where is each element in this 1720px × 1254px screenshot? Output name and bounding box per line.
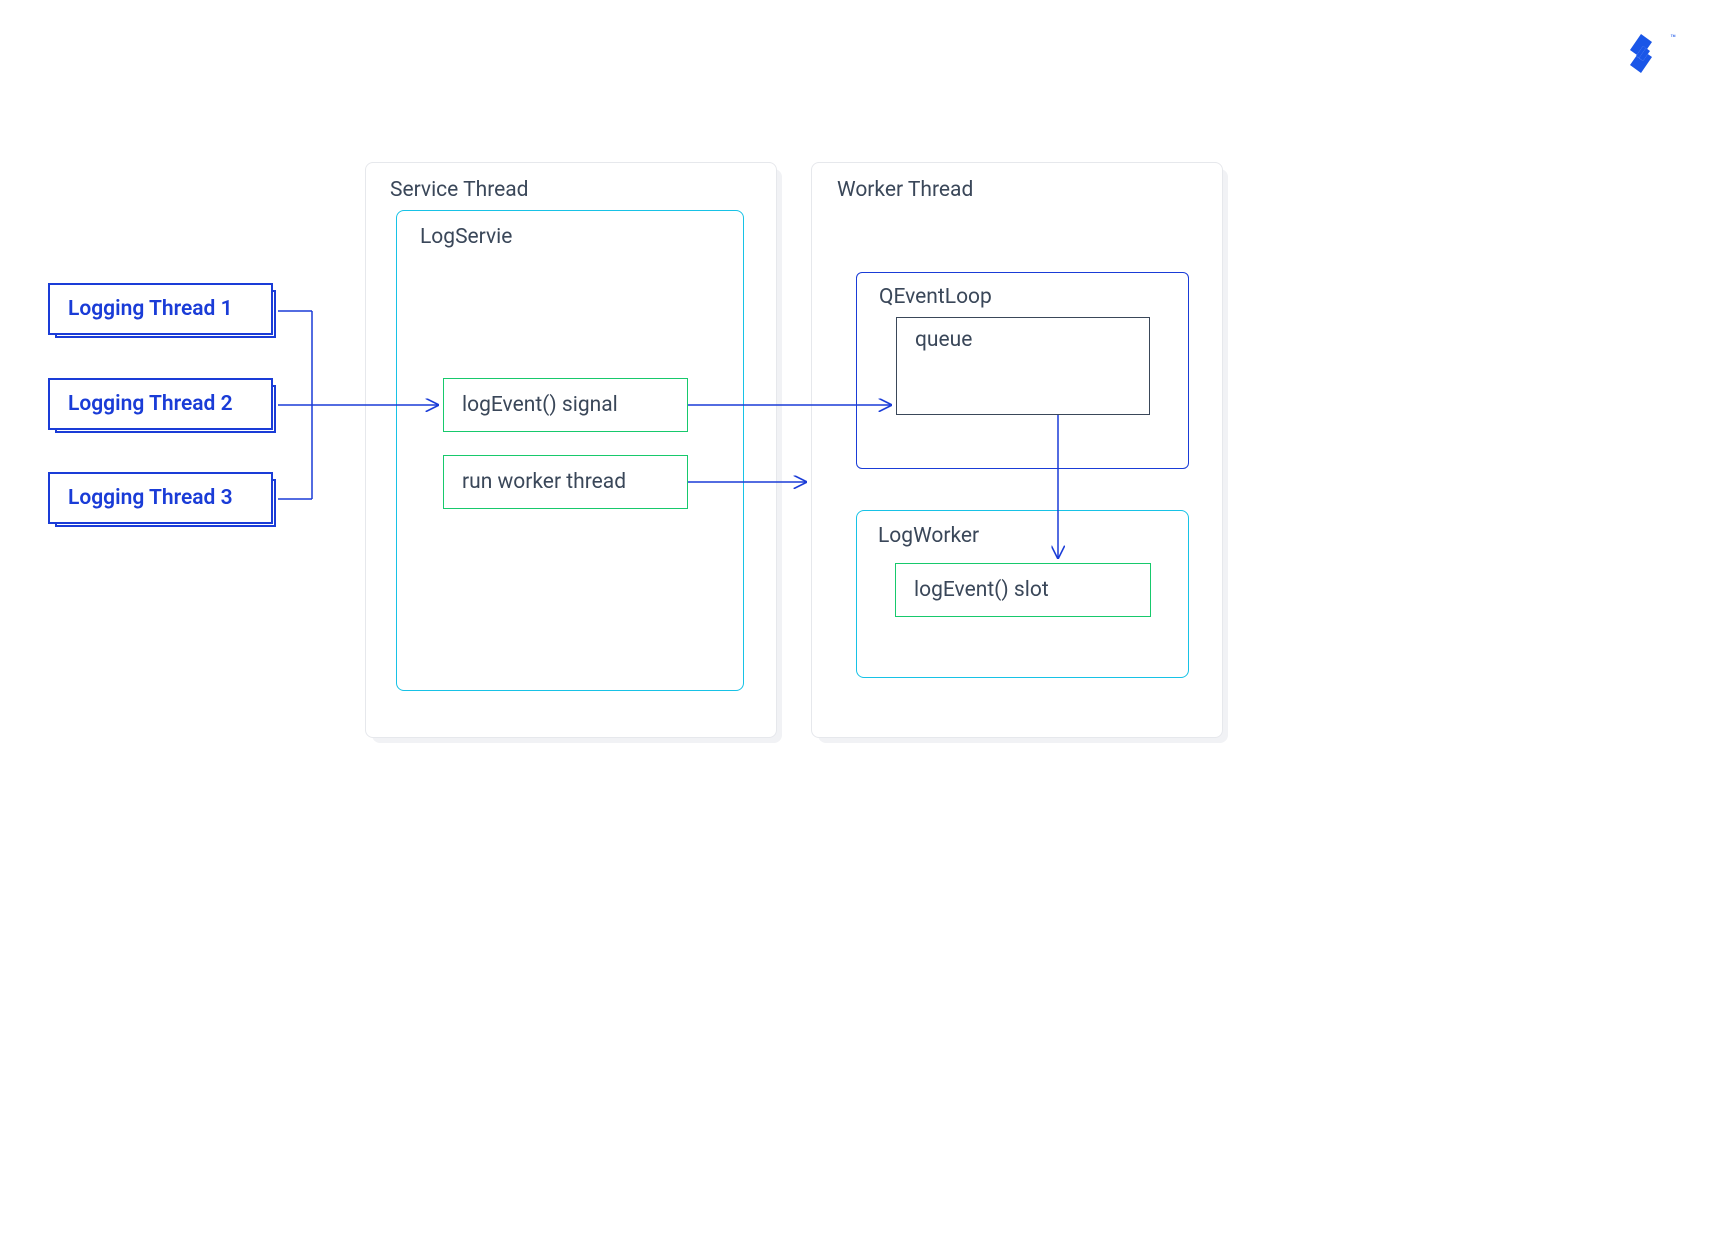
qeventloop-title: QEventLoop [879,285,992,309]
log-worker-title: LogWorker [878,524,979,548]
logging-thread-2-label: Logging Thread 2 [68,392,233,416]
run-worker-thread-box: run worker thread [443,455,688,509]
logging-thread-2-box: Logging Thread 2 [48,378,273,430]
worker-thread-title: Worker Thread [837,178,973,202]
log-event-slot-label: logEvent() slot [914,578,1049,602]
queue-label: queue [915,328,972,352]
log-event-signal-label: logEvent() signal [462,393,618,417]
brand-logo: ™ [1624,34,1676,84]
logging-thread-3-box: Logging Thread 3 [48,472,273,524]
log-event-slot-box: logEvent() slot [895,563,1151,617]
service-thread-title: Service Thread [390,178,529,202]
log-service-box [396,210,744,691]
logging-thread-1-label: Logging Thread 1 [68,297,233,321]
logging-thread-1-box: Logging Thread 1 [48,283,273,335]
logging-thread-3-label: Logging Thread 3 [68,486,233,510]
log-service-title: LogServie [420,225,512,249]
log-event-signal-box: logEvent() signal [443,378,688,432]
run-worker-thread-label: run worker thread [462,470,626,494]
trademark-symbol: ™ [1670,34,1676,44]
